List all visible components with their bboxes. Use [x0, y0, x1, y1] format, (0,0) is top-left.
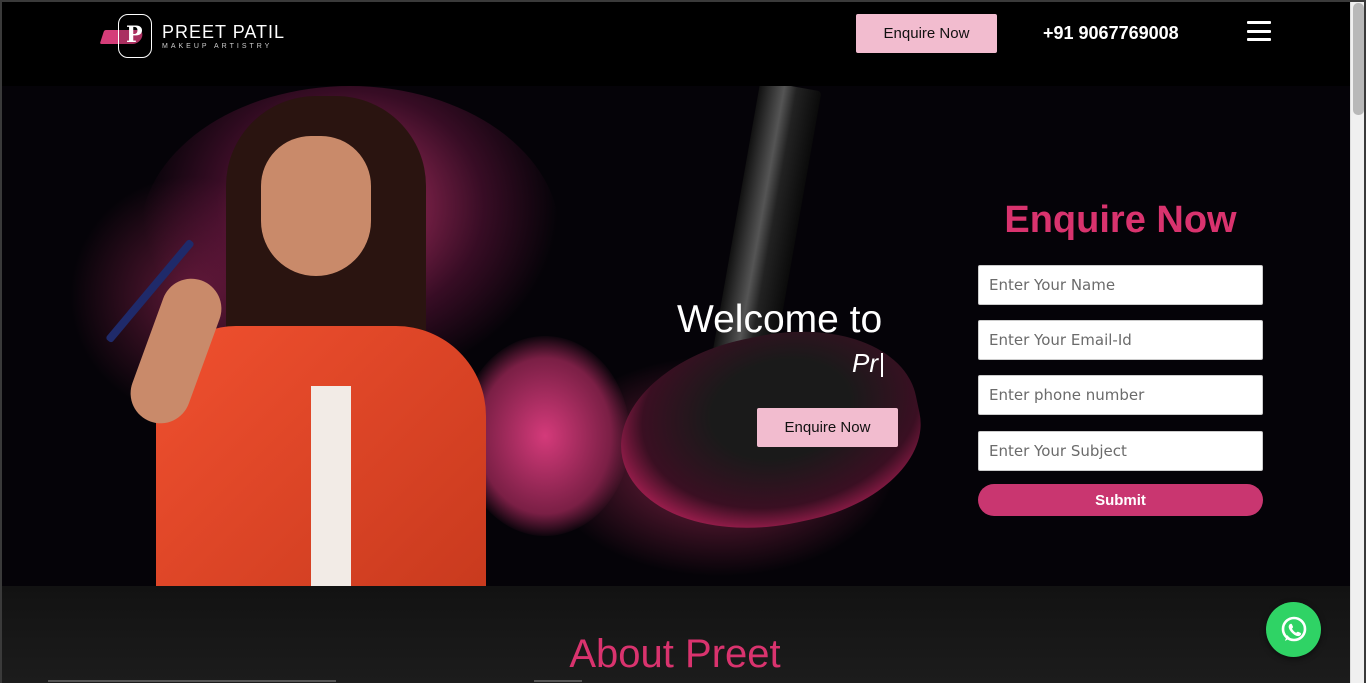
brand-logo[interactable]: P PREET PATIL MAKEUP ARTISTRY: [99, 12, 292, 60]
logo-subtitle: MAKEUP ARTISTRY: [162, 42, 273, 50]
about-section: About Preet: [0, 586, 1350, 683]
phone-field[interactable]: [978, 375, 1263, 415]
email-field[interactable]: [978, 320, 1263, 360]
logo-mark-icon: P: [99, 12, 158, 60]
phone-link[interactable]: +91 9067769008: [1043, 23, 1179, 44]
submit-button[interactable]: Submit: [978, 484, 1263, 516]
hero-section: Welcome to Pr Enquire Now Enquire Now Su…: [0, 86, 1350, 586]
scrollbar-thumb[interactable]: [1353, 3, 1364, 115]
logo-name: PREET PATIL: [162, 21, 286, 42]
site-header: P PREET PATIL MAKEUP ARTISTRY Enquire No…: [0, 0, 1350, 86]
form-title: Enquire Now: [1004, 199, 1237, 241]
about-title: About Preet: [569, 632, 781, 676]
typed-text: Pr: [852, 348, 883, 379]
name-field[interactable]: [978, 265, 1263, 305]
page-scrollbar[interactable]: [1350, 0, 1366, 683]
whatsapp-button[interactable]: [1266, 602, 1321, 657]
whatsapp-icon: [1281, 616, 1306, 641]
divider: [48, 680, 336, 682]
header-enquire-button[interactable]: Enquire Now: [856, 14, 997, 53]
hero-enquire-button[interactable]: Enquire Now: [757, 408, 898, 447]
subject-field[interactable]: [978, 431, 1263, 471]
welcome-heading: Welcome to: [677, 298, 883, 341]
menu-hamburger-icon[interactable]: [1247, 21, 1271, 41]
divider: [534, 680, 582, 682]
